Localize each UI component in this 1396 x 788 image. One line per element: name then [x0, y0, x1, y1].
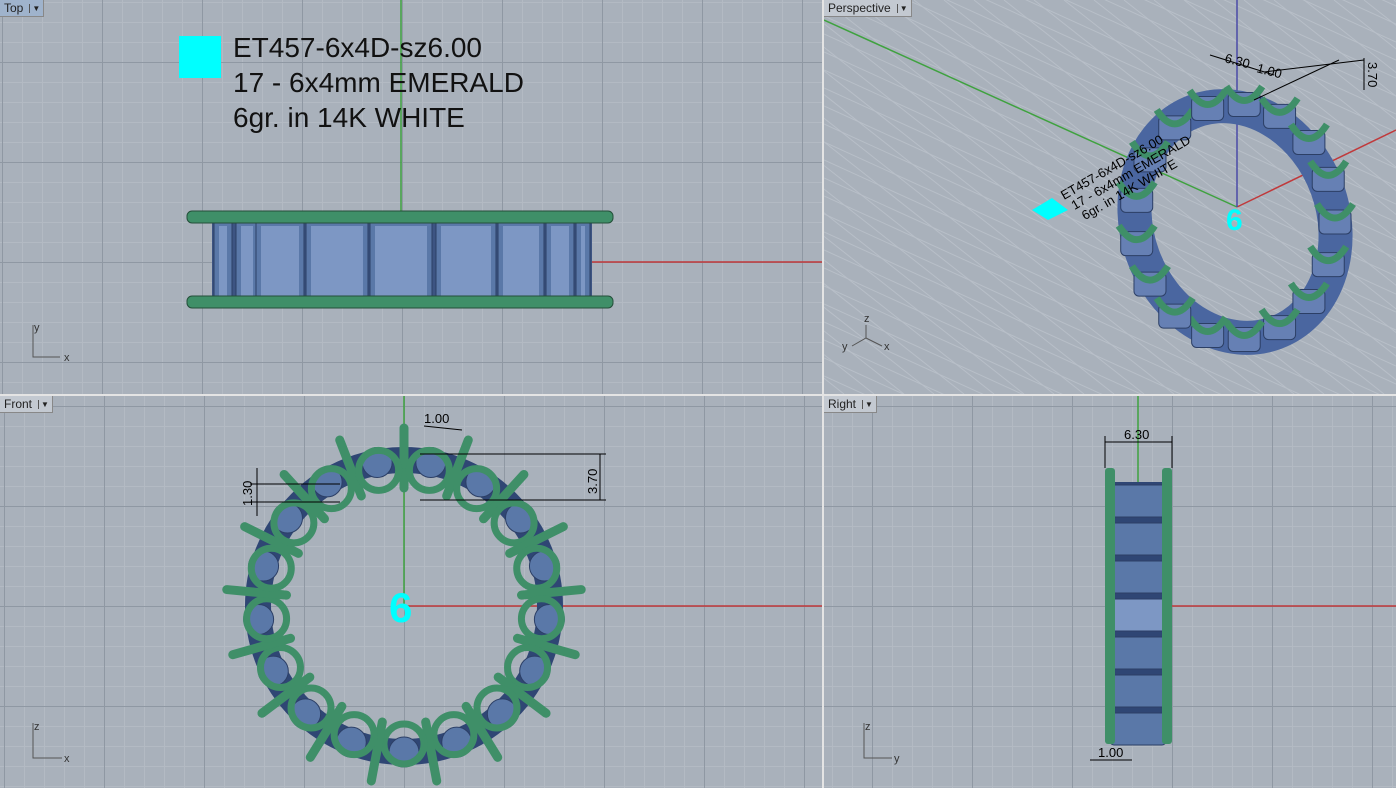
- viewport-tab-right[interactable]: Right ▼: [824, 396, 877, 413]
- dim-prong-label: 1.00: [1255, 60, 1283, 81]
- material-swatch: [1032, 198, 1068, 220]
- axis-label-y: y: [34, 322, 40, 334]
- viewport-tab-top[interactable]: Top ▼: [0, 0, 45, 17]
- note-line-stones: 17 - 6x4mm EMERALD: [233, 67, 524, 98]
- axis-label-y: y: [894, 753, 900, 765]
- stone: [1109, 674, 1167, 708]
- stone: [1109, 484, 1167, 518]
- dim-height-label: 3.70: [1365, 62, 1380, 87]
- dim-prong-label: 1.00: [424, 411, 449, 426]
- viewport-perspective[interactable]: ET457-6x4D-sz6.00 17 - 6x4mm EMERALD 6gr…: [824, 0, 1396, 394]
- ring-annotation[interactable]: ET457-6x4D-sz6.00 17 - 6x4mm EMERALD 6gr…: [233, 30, 524, 135]
- stone-table: [241, 226, 253, 296]
- dim-width-label: 6.30: [1124, 427, 1149, 442]
- prong-rail: [1105, 468, 1115, 744]
- prong-rail: [186, 210, 614, 224]
- stone-table: [375, 226, 427, 296]
- ring-right-view[interactable]: [1105, 468, 1172, 746]
- dropdown-arrow-icon[interactable]: ▼: [38, 399, 49, 409]
- dim-width-label: 6.30: [1223, 50, 1251, 71]
- stone: [1109, 522, 1167, 556]
- right-view-canvas: 6.30 1.00 zy: [863, 396, 1396, 765]
- material-swatch: [179, 36, 221, 78]
- dropdown-arrow-icon[interactable]: ▼: [896, 3, 908, 13]
- viewport-title: Perspective: [828, 1, 891, 15]
- perspective-view-canvas: ET457-6x4D-sz6.00 17 - 6x4mm EMERALD 6gr…: [824, 0, 1396, 394]
- axis-widget: zx: [32, 721, 70, 765]
- stone: [1109, 560, 1167, 594]
- prong: [516, 585, 586, 600]
- viewport-title: Top: [4, 1, 24, 15]
- viewport-top[interactable]: y x ET457-6x4D-sz6.00 17 - 6x4mm EMERALD…: [0, 0, 822, 394]
- axis-widget: y x: [32, 322, 70, 364]
- viewport-title: Front: [4, 397, 33, 411]
- axis-label-z: z: [864, 313, 870, 325]
- viewport-tab-perspective[interactable]: Perspective ▼: [824, 0, 912, 17]
- stone: [1109, 712, 1167, 746]
- stone-table: [261, 226, 299, 296]
- dropdown-arrow-icon[interactable]: ▼: [862, 399, 873, 409]
- note-line-model: ET457-6x4D-sz6.00: [233, 32, 483, 63]
- ring-top-view[interactable]: [186, 210, 614, 309]
- stone: [1109, 636, 1167, 670]
- grid-line: [824, 70, 1235, 394]
- note-line-metal: 6gr. in 14K WHITE: [233, 102, 465, 133]
- dim-gallery-label: 1.30: [240, 481, 255, 506]
- stone-table: [581, 226, 585, 296]
- ring-size-label: 6: [389, 584, 412, 631]
- ring-size-label: 6: [1226, 204, 1243, 237]
- viewport-front[interactable]: 6 1.00 3.70 1.30 zx Front ▼: [0, 396, 822, 788]
- axis-widget: zy: [863, 721, 900, 765]
- viewport-right[interactable]: 6.30 1.00 zy Right ▼: [824, 396, 1396, 788]
- dim-prong-label: 1.00: [1098, 745, 1123, 760]
- stone-table: [311, 226, 363, 296]
- stone-table: [441, 226, 491, 296]
- axis-label-z: z: [34, 721, 40, 733]
- stone-table: [503, 226, 539, 296]
- axis-label-y: y: [842, 341, 848, 353]
- axis-label-x: x: [64, 352, 70, 364]
- viewport-title: Right: [828, 397, 857, 411]
- axis-label-z: z: [865, 721, 871, 733]
- front-view-canvas: 6 1.00 3.70 1.30 zx: [32, 396, 822, 786]
- prong-rail: [186, 295, 614, 309]
- axis-label-x: x: [884, 341, 890, 353]
- stone: [1109, 598, 1167, 632]
- dim-height-label: 3.70: [585, 469, 600, 494]
- stone-table: [219, 226, 227, 296]
- prong-rail: [1162, 468, 1172, 744]
- stone-table: [551, 226, 569, 296]
- axis-label-x: x: [64, 753, 70, 765]
- dropdown-arrow-icon[interactable]: ▼: [29, 3, 40, 13]
- viewport-tab-front[interactable]: Front ▼: [0, 396, 53, 413]
